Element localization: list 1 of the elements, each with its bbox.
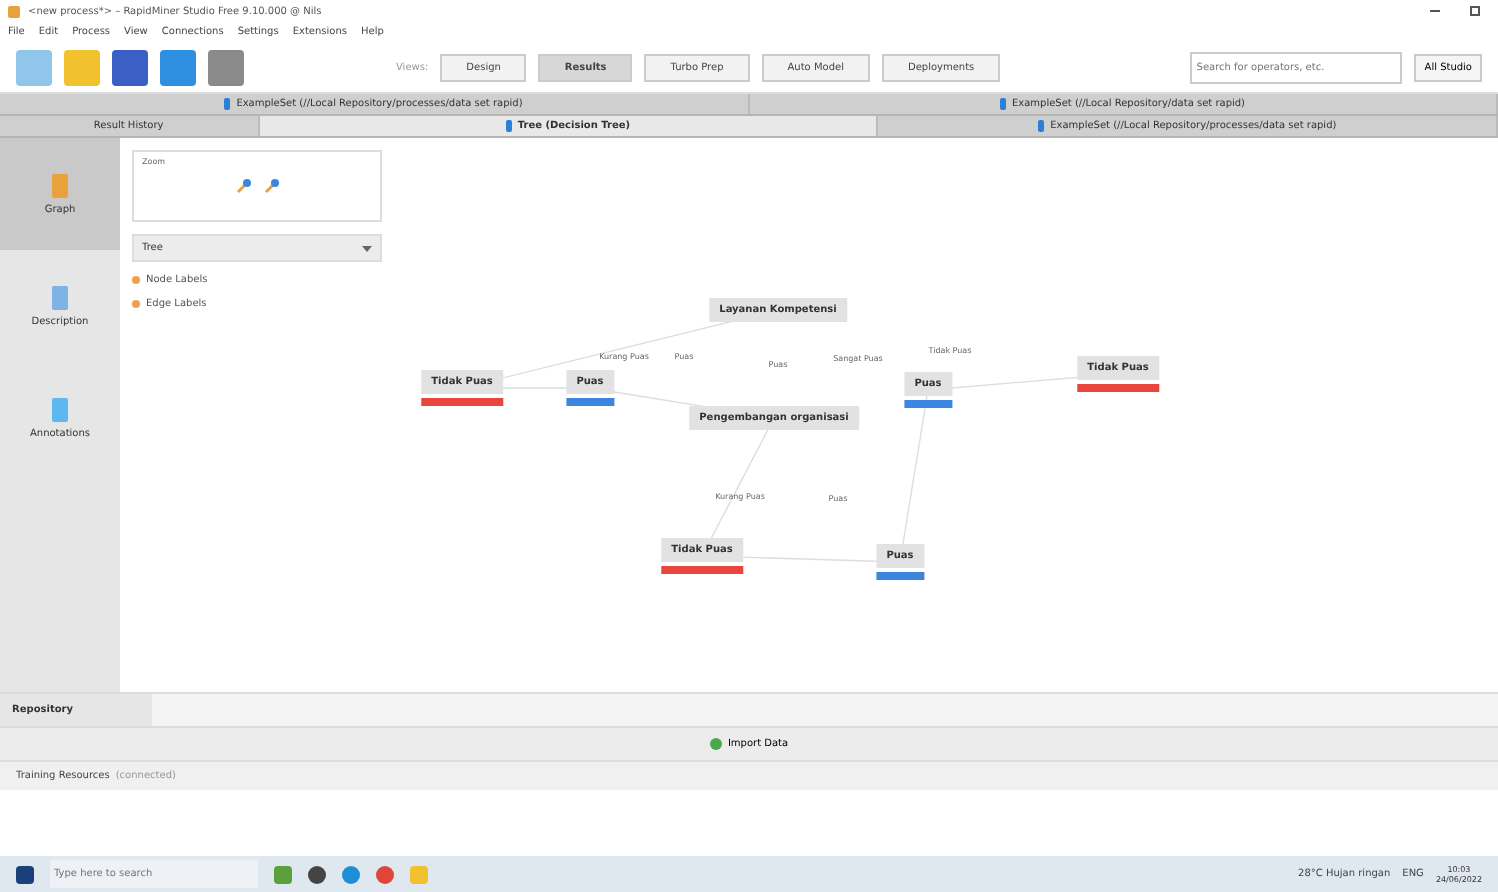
dropdown-caret-icon bbox=[362, 245, 372, 251]
